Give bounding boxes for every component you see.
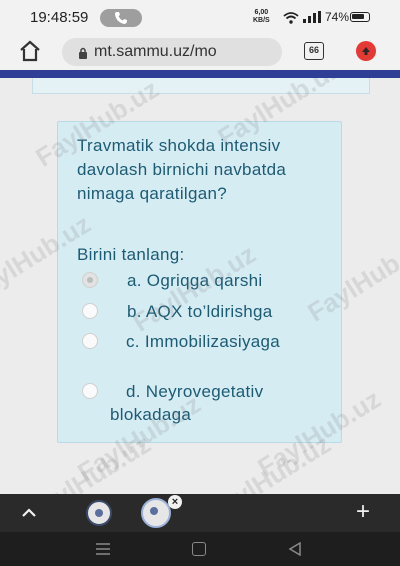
option-label: d. Neyrovegetativ blokadaga [110,382,264,424]
option-label: a. Ogriqga qarshi [127,271,263,290]
home-icon[interactable] [192,542,206,556]
question-card: Travmatik shokda intensiv davolash birni… [57,121,342,443]
browser-toolbar: mt.sammu.uz/mo 66 [0,34,400,70]
home-icon[interactable] [18,40,44,64]
profile-icon[interactable] [356,41,376,61]
signal-icon [303,10,321,28]
radio-button[interactable] [82,272,98,288]
bottom-tab-bar: × + [0,494,400,532]
system-nav-bar [0,532,400,566]
tab-thumbnail-icon[interactable] [86,500,112,526]
chevron-up-icon[interactable] [20,506,38,524]
call-icon[interactable] [100,9,142,27]
tabs-icon[interactable]: 66 [304,42,324,60]
url-text: mt.sammu.uz/mo [94,43,217,60]
close-icon[interactable]: × [168,495,182,509]
plus-icon[interactable]: + [356,500,370,524]
page-content: Travmatik shokda intensiv davolash birni… [0,78,400,494]
option-label: c. Immobilizasiyaga [126,332,281,351]
question-text: Travmatik shokda intensiv davolash birni… [77,136,287,203]
status-time: 19:48:59 [30,9,89,26]
tab-thumbnail-icon[interactable] [141,498,171,528]
previous-card [32,78,370,94]
back-icon[interactable] [288,541,302,561]
status-bar: 19:48:59 6,00 KB/S 74% [0,0,400,34]
address-bar[interactable]: mt.sammu.uz/mo [62,38,282,66]
radio-button[interactable] [82,383,98,399]
radio-button[interactable] [82,333,98,349]
wifi-icon [283,11,299,29]
net-speed-unit: KB/S [253,17,270,24]
net-speed: 6,00 KB/S [253,9,270,25]
answer-prompt: Birini tanlang: [77,245,185,264]
recents-icon[interactable] [95,542,111,561]
battery-percent: 74% [325,10,350,24]
lock-icon [78,46,88,64]
radio-button[interactable] [82,303,98,319]
accent-line [0,70,400,78]
option-label: b. AQX to’ldirishga [127,302,273,321]
battery-icon [350,12,370,22]
net-speed-value: 6,00 [254,9,269,16]
